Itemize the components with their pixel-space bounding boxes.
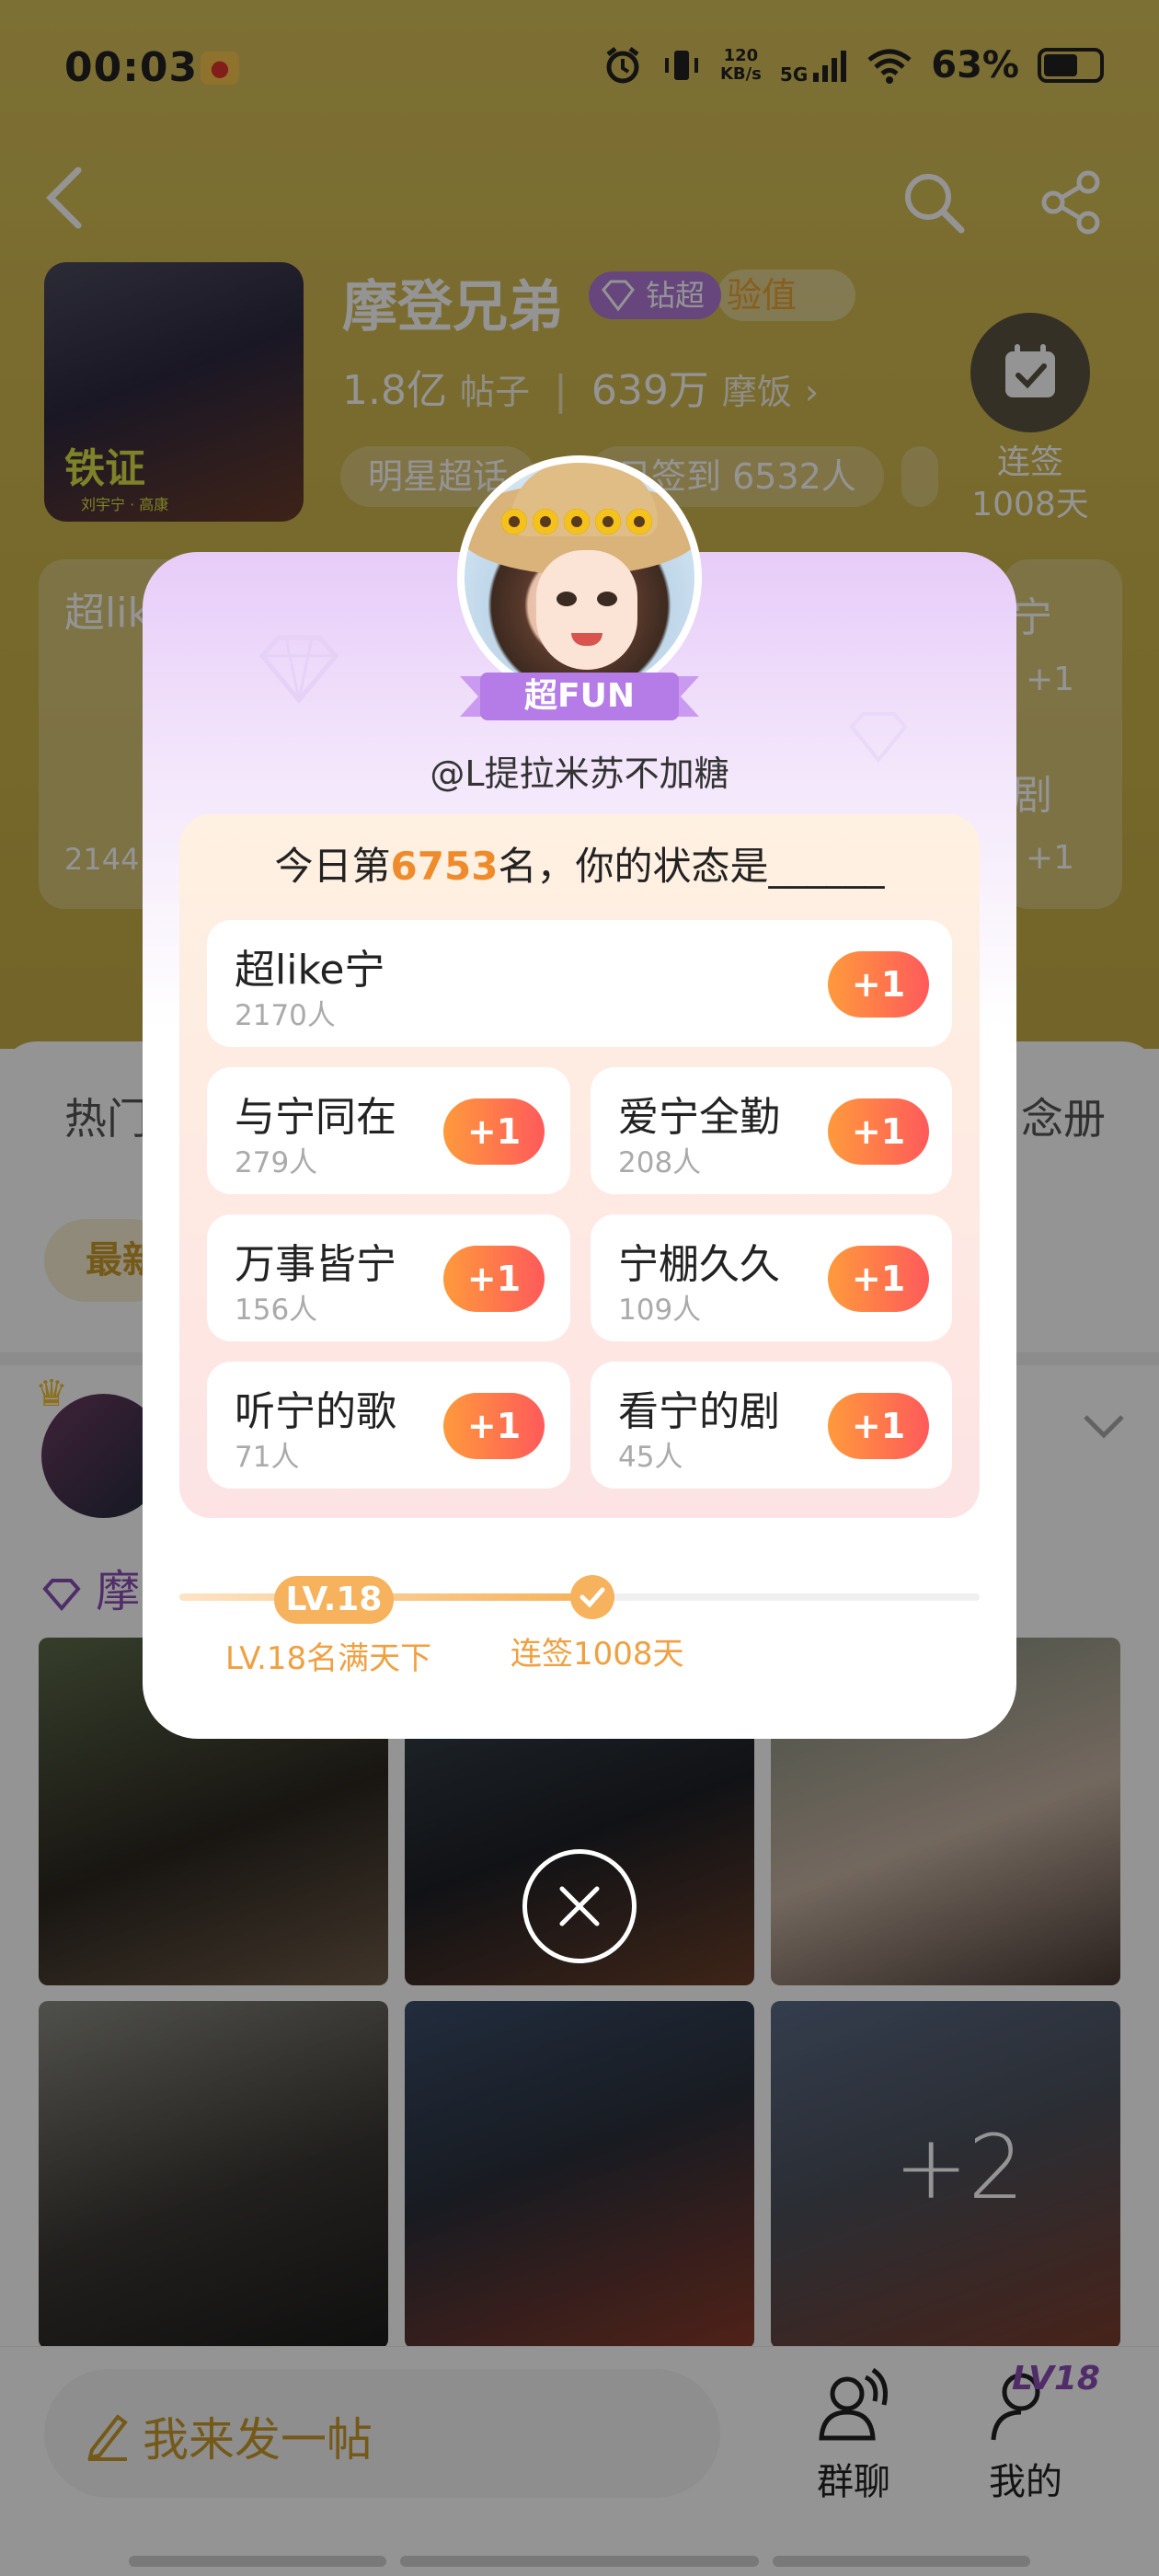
diamond-decoration-icon [258,635,339,704]
sunflower-decoration [501,509,667,536]
username: @L提拉米苏不加糖 [430,753,729,794]
status-option-name: 听宁的歌 [235,1388,396,1435]
status-option-name: 宁棚久久 [618,1241,780,1288]
status-option-name: 与宁同在 [235,1094,396,1141]
rank-number: 6753 [390,844,499,889]
status-option-name: 超like宁 [235,947,385,994]
status-option-count: 71人 [235,1441,300,1474]
plus-one-button[interactable]: +1 [828,1246,929,1312]
level-caption: LV.18名满天下 [225,1640,432,1677]
status-option-count: 109人 [618,1294,702,1327]
plus-one-button[interactable]: +1 [443,1098,545,1165]
status-option-name: 爱宁全勤 [618,1094,780,1141]
status-option-count: 45人 [618,1441,683,1474]
status-option[interactable]: 听宁的歌 71人 +1 [207,1362,570,1489]
status-option-count: 208人 [618,1146,702,1179]
plus-one-button[interactable]: +1 [828,1098,929,1165]
streak-caption: 连签1008天 [511,1636,684,1673]
plus-one-button[interactable]: +1 [443,1393,545,1459]
plus-one-button[interactable]: +1 [828,951,929,1018]
close-modal-button[interactable] [522,1849,637,1963]
status-option[interactable]: 万事皆宁 156人 +1 [207,1214,570,1341]
status-option[interactable]: 宁棚久久 109人 +1 [591,1214,952,1341]
status-option[interactable]: 看宁的剧 45人 +1 [591,1362,952,1489]
status-option-count: 2170人 [235,999,336,1032]
status-option[interactable]: 超like宁 2170人 +1 [207,920,952,1047]
close-icon [559,1886,600,1926]
status-option[interactable]: 与宁同在 279人 +1 [207,1067,570,1194]
check-icon [570,1575,614,1619]
level-progress-track [584,1593,980,1601]
status-option[interactable]: 爱宁全勤 208人 +1 [591,1067,952,1194]
status-option-name: 万事皆宁 [235,1241,396,1288]
level-pill: LV.18 [274,1576,394,1624]
plus-one-button[interactable]: +1 [828,1393,929,1459]
plus-one-button[interactable]: +1 [443,1246,545,1312]
rank-line: 今日第6753名，你的状态是______ [274,844,885,889]
status-option-name: 看宁的剧 [618,1388,780,1435]
fun-badge-label: 超FUN [524,677,635,715]
status-option-count: 279人 [235,1146,318,1179]
status-option-count: 156人 [235,1294,318,1327]
user-avatar [457,455,702,700]
